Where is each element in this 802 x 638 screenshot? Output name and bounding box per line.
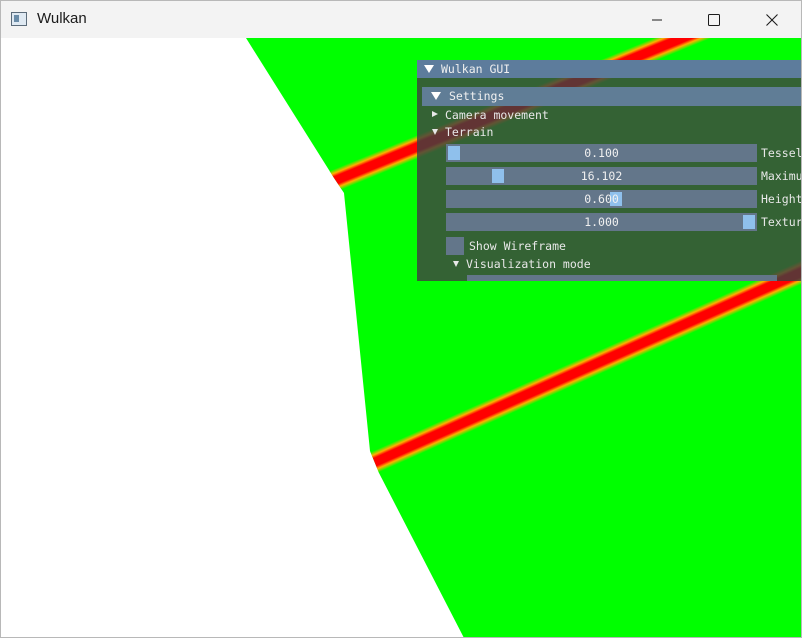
render-viewport[interactable]: Wulkan GUI Settings Camera movement Terr…	[1, 38, 801, 637]
maximize-icon	[708, 13, 720, 26]
slider-value: 16.102	[580, 169, 623, 183]
collapsed-arrow-icon	[432, 111, 438, 117]
terrain-slider[interactable]: 1.000	[446, 213, 757, 231]
close-icon	[766, 13, 778, 26]
collapse-arrow-icon[interactable]	[424, 65, 434, 73]
minimize-icon	[652, 19, 662, 20]
terrain-slider[interactable]: 16.102	[446, 167, 757, 185]
expanded-arrow-icon	[432, 129, 438, 135]
visualization-mode-combo[interactable]	[467, 275, 777, 281]
slider-value: 1.000	[584, 215, 619, 229]
gui-title-bar[interactable]: Wulkan GUI	[417, 60, 801, 78]
slider-label: Tessel	[761, 146, 801, 160]
terrain-slider[interactable]: 0.600	[446, 190, 757, 208]
settings-label: Settings	[449, 89, 505, 103]
minimize-button[interactable]	[628, 1, 686, 38]
show-wireframe-label: Show Wireframe	[469, 239, 566, 253]
slider-label: Height	[761, 192, 801, 206]
app-window: Wulkan Wulkan GUI Settings Camera moveme…	[0, 0, 802, 638]
wulkan-gui-panel[interactable]: Wulkan GUI Settings Camera movement Terr…	[417, 60, 801, 281]
terrain-slider[interactable]: 0.100	[446, 144, 757, 162]
camera-movement-label: Camera movement	[445, 108, 549, 122]
settings-expand-arrow-icon	[431, 92, 441, 100]
app-window-icon	[11, 12, 27, 26]
terrain-label: Terrain	[445, 125, 494, 139]
slider-value: 0.600	[584, 192, 619, 206]
maximize-button[interactable]	[685, 1, 743, 38]
slider-value: 0.100	[584, 146, 619, 160]
title-bar[interactable]: Wulkan	[1, 1, 801, 38]
visualization-mode-label: Visualization mode	[466, 257, 591, 271]
slider-label: Textur	[761, 215, 801, 229]
expanded-arrow-icon	[453, 261, 459, 267]
close-button[interactable]	[743, 1, 801, 38]
gui-title: Wulkan GUI	[441, 62, 511, 76]
window-title: Wulkan	[37, 10, 87, 27]
show-wireframe-checkbox[interactable]	[446, 237, 464, 255]
slider-label: Maximu	[761, 169, 801, 183]
settings-header[interactable]: Settings	[422, 87, 801, 106]
